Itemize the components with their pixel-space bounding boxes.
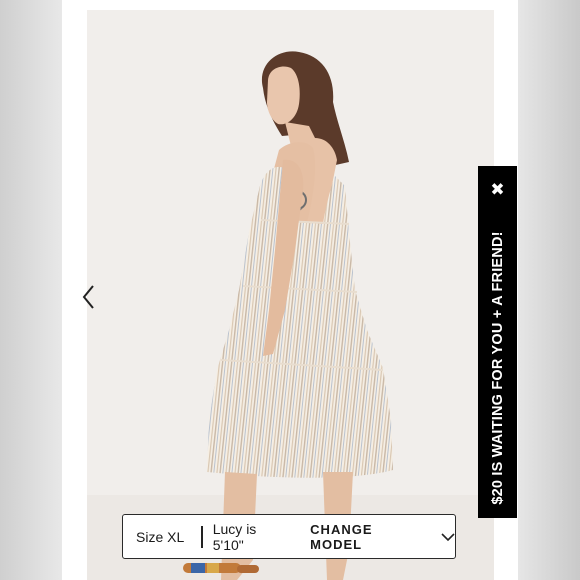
chevron-left-icon <box>82 285 94 309</box>
change-model-button[interactable]: CHANGE MODEL <box>310 522 455 552</box>
side-panel-right <box>518 0 580 580</box>
previous-image-button[interactable] <box>81 283 99 311</box>
promo-text: $20 IS WAITING FOR YOU + A FRIEND! <box>489 231 506 505</box>
product-photo <box>87 10 494 580</box>
size-label: Size XL <box>136 528 185 545</box>
promo-referral-tab[interactable]: ✖ $20 IS WAITING FOR YOU + A FRIEND! <box>478 166 517 518</box>
change-model-label: CHANGE MODEL <box>310 521 373 552</box>
model-wearing-dress <box>183 51 393 580</box>
close-icon[interactable]: ✖ <box>478 180 517 200</box>
model-height-info: Lucy is 5'10" <box>212 520 257 553</box>
divider <box>201 525 203 548</box>
side-panel-left <box>0 0 62 580</box>
chevron-down-icon <box>441 532 455 541</box>
size-info-bar: Size XL Lucy is 5'10" CHANGE MODEL <box>122 514 456 559</box>
